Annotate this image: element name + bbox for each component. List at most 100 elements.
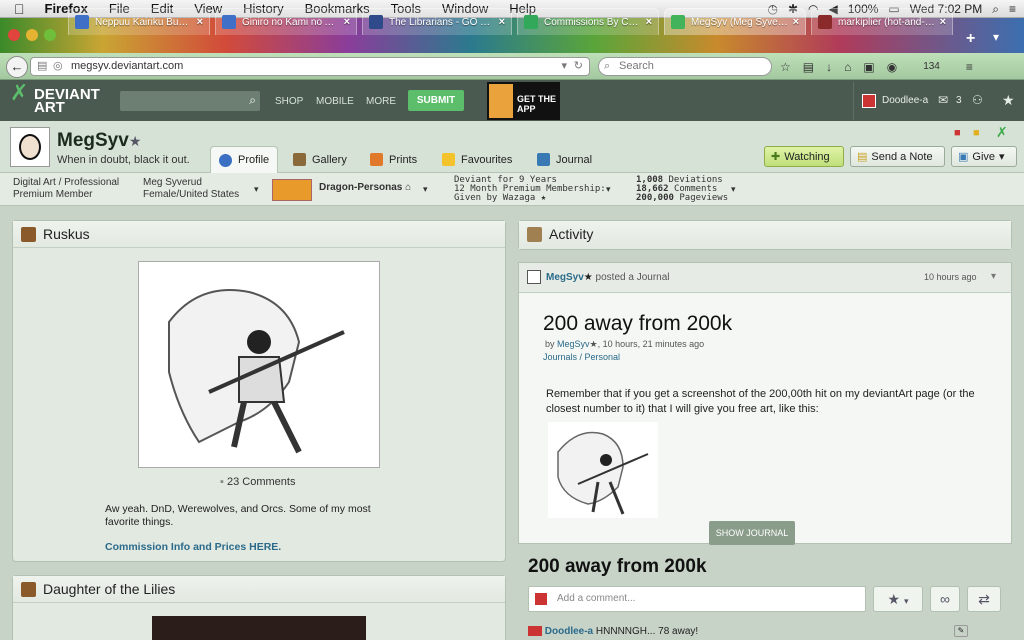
dropdown-arrow-icon[interactable]: ▾ — [561, 58, 567, 75]
comment-user[interactable]: Doodlee-a — [545, 626, 593, 637]
tab-profile[interactable]: Profile — [210, 146, 279, 173]
favourite-button[interactable]: ★ ▾ — [873, 586, 923, 612]
comment-input[interactable]: Add a comment... — [528, 586, 866, 612]
second-title[interactable]: Daughter of the Lilies — [43, 581, 175, 597]
tab-close-icon[interactable]: × — [940, 16, 946, 28]
premium-star-icon: ★ — [128, 133, 142, 149]
back-arrow-icon[interactable]: ← — [6, 56, 28, 78]
featured-title[interactable]: Ruskus — [43, 226, 90, 242]
browser-tab[interactable]: Commissions By Che... × — [517, 8, 659, 35]
deviation-thumbnail[interactable] — [138, 261, 380, 468]
tab-prints[interactable]: Prints — [362, 146, 425, 173]
group-avatar[interactable] — [272, 179, 312, 201]
llama-badge-icon[interactable]: ■ — [973, 127, 980, 139]
chevron-down-icon[interactable]: ▾ — [423, 184, 428, 195]
deviation-comments[interactable]: ▪ 23 Comments — [220, 476, 295, 488]
watching-button[interactable]: ✚ Watching — [764, 146, 844, 167]
menu-hamburger-icon[interactable]: ≡ — [966, 60, 973, 74]
share-button[interactable]: ⇄ — [967, 586, 1001, 612]
tab-close-icon[interactable]: × — [499, 16, 505, 28]
notification-center-icon[interactable]: ≡ — [1009, 2, 1016, 16]
tab-close-icon[interactable]: × — [793, 16, 799, 28]
tab-list-icon[interactable]: ▾ — [993, 30, 999, 44]
badge-icon[interactable]: ■ — [954, 127, 961, 139]
prints-icon — [370, 153, 383, 166]
journal-artwork[interactable] — [548, 422, 658, 518]
notif-count[interactable]: 134 — [923, 61, 940, 72]
da-badge-icon[interactable]: ✗ — [996, 124, 1008, 141]
tab-journal[interactable]: Journal — [529, 146, 600, 173]
tab-favourites-label: Favourites — [461, 153, 513, 166]
address-url: megsyv.deviantart.com — [71, 60, 184, 72]
close-window-icon[interactable] — [8, 29, 20, 41]
minimize-window-icon[interactable] — [26, 29, 38, 41]
show-journal-button[interactable]: SHOW JOURNAL — [709, 521, 795, 545]
nav-mobile[interactable]: MOBILE — [316, 96, 354, 107]
tab-close-icon[interactable]: × — [646, 16, 652, 28]
search-icon[interactable]: ⌕ — [249, 93, 256, 108]
chevron-down-icon[interactable]: ▾ — [991, 271, 996, 282]
address-bar[interactable]: megsyv.deviantart.com ▤ ◎ ↻ ▾ — [30, 57, 590, 76]
browser-tab[interactable]: The Librarians - GO S... × — [362, 8, 512, 35]
home-icon[interactable]: ⌂ — [844, 60, 851, 74]
tab-favicon-icon — [369, 15, 383, 29]
search-input[interactable]: ⌕ Search — [598, 57, 772, 76]
journal-title-secondary[interactable]: 200 away from 200k — [528, 556, 707, 578]
addon-icon[interactable]: ◉ — [887, 60, 897, 74]
new-tab-icon[interactable]: + — [966, 30, 975, 48]
nav-more[interactable]: MORE — [366, 96, 396, 107]
chevron-down-icon[interactable]: ▾ — [254, 184, 259, 195]
user-menu[interactable]: Doodlee-a ✉ 3 ⚇ ★ — [853, 82, 1024, 120]
chevron-down-icon[interactable]: ▾ — [731, 184, 736, 195]
extension-icon[interactable]: ▣ — [863, 60, 874, 74]
member-type-1: Digital Art / Professional — [13, 177, 120, 188]
journal-title[interactable]: 200 away from 200k — [543, 312, 732, 336]
tab-favourites[interactable]: Favourites — [434, 146, 520, 173]
edit-icon[interactable]: ✎ — [954, 625, 968, 637]
group-name[interactable]: Dragon-Personas ⌂ — [319, 182, 411, 193]
tab-gallery[interactable]: Gallery — [285, 146, 355, 173]
get-app-banner[interactable]: GET THE APP — [487, 82, 560, 120]
reload-icon[interactable]: ↻ — [574, 58, 583, 75]
profile-username[interactable]: MegSyv★ — [57, 130, 141, 152]
poster-avatar[interactable] — [527, 270, 541, 284]
message-count[interactable]: 3 — [956, 95, 962, 106]
tab-close-icon[interactable]: × — [344, 16, 350, 28]
journal-card-header: MegSyv★ posted a Journal 10 hours ago ▾ — [519, 263, 1011, 293]
tab-label: Neppuu Kairiku Bushi... — [95, 16, 193, 28]
da-search-input[interactable]: ⌕ — [120, 91, 260, 111]
mail-icon[interactable]: ✉ — [938, 93, 948, 107]
byline-user[interactable]: MegSyv — [557, 339, 590, 349]
friends-icon[interactable]: ⚇ — [972, 93, 983, 107]
artwork-sketch-icon — [168, 289, 345, 454]
real-name: Meg Syverud — [143, 177, 202, 188]
journal-category[interactable]: Journals / Personal — [543, 352, 620, 362]
member-info[interactable]: Meg Syverud Female/United States — [143, 177, 239, 201]
browser-tab[interactable]: markiplier (hot-and-t... × — [811, 8, 953, 35]
star-icon[interactable]: ★ — [1002, 92, 1015, 109]
chevron-down-icon[interactable]: ▾ — [606, 184, 611, 195]
app-phone-icon — [489, 84, 513, 118]
profile-avatar[interactable] — [10, 127, 50, 167]
tab-close-icon[interactable]: × — [197, 16, 203, 28]
browser-tab-active[interactable]: MegSyv (Meg Syverud)... × — [664, 8, 806, 35]
zoom-window-icon[interactable] — [44, 29, 56, 41]
browser-tab[interactable]: Neppuu Kairiku Bushi... × — [68, 8, 210, 35]
spotlight-icon[interactable]: ⌕ — [992, 2, 999, 17]
send-note-button[interactable]: ▤ Send a Note — [850, 146, 945, 167]
commission-link[interactable]: Commission Info and Prices HERE. — [105, 541, 281, 553]
give-button[interactable]: ▣ Give ▾ — [951, 146, 1017, 167]
browser-tab[interactable]: Giniro no Kami no Ag... × — [215, 8, 357, 35]
downloads-icon[interactable]: ↓ — [826, 60, 832, 74]
pageview-count: 200,000 — [636, 193, 674, 203]
apple-icon[interactable]:  — [14, 1, 25, 17]
toolbar-icons: ☆ ▤ ↓ ⌂ ▣ ◉ 134 ≡ — [780, 57, 973, 76]
daughter-lilies-thumbnail[interactable] — [152, 616, 366, 640]
bookmark-star-icon[interactable]: ☆ — [780, 60, 791, 74]
reading-list-icon[interactable]: ▤ — [803, 60, 814, 74]
link-button[interactable]: ∞ — [930, 586, 960, 612]
submit-button[interactable]: SUBMIT — [408, 90, 464, 111]
poster-username[interactable]: MegSyv — [546, 272, 584, 283]
nav-shop[interactable]: SHOP — [275, 96, 303, 107]
house-icon: ⌂ — [405, 182, 412, 193]
